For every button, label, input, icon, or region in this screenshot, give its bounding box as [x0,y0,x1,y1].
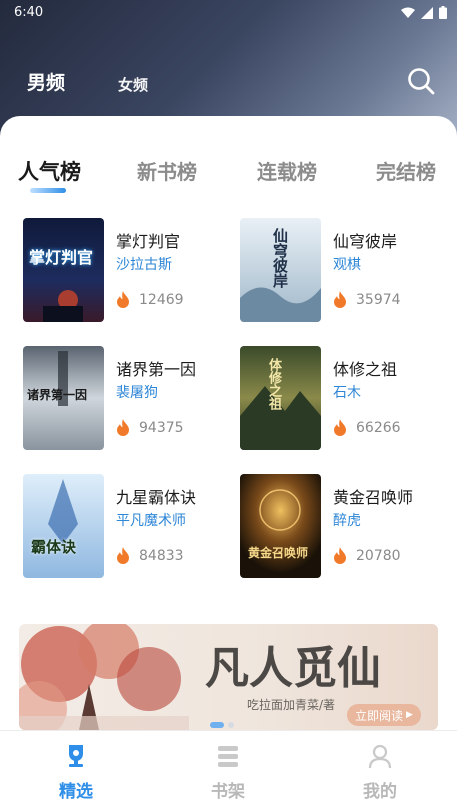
cover-text: 掌灯判官 [29,248,94,267]
book-card[interactable]: 仙穹彼岸 仙穹彼岸 观棋 35974 [240,218,450,322]
heat-count: 12469 [139,292,184,308]
status-bar: 6:40 [0,0,457,28]
book-author[interactable]: 醉虎 [333,510,361,530]
book-card[interactable]: 掌灯判官 掌灯判官 沙拉古斯 12469 [23,218,233,322]
signal-icon [421,6,433,19]
book-title: 黄金召唤师 [333,488,414,507]
heat-count: 84833 [139,548,184,564]
book-author[interactable]: 裴屠狗 [116,382,158,402]
book-card[interactable]: 体修之祖 体修之祖 石木 66266 [240,346,450,450]
tab-indicator [30,188,66,193]
tab-serial[interactable]: 连载榜 [257,156,317,185]
tab-completed[interactable]: 完结榜 [376,156,436,185]
carousel-dot-active [210,722,224,728]
book-card[interactable]: 霸体诀 九星霸体诀 平凡魔术师 84833 [23,474,233,578]
heat-count: 35974 [356,292,401,308]
nav-featured[interactable]: 精选 [36,731,116,812]
wifi-icon [401,7,415,18]
tab-popular[interactable]: 人气榜 [18,156,81,186]
tab-female[interactable]: 女频 [118,74,148,95]
banner-subtitle: 吃拉面加青菜/著 [247,698,336,712]
fire-icon [117,419,129,436]
nav-featured-label: 精选 [59,782,93,802]
bookshelf-icon [218,746,238,767]
book-cover: 霸体诀 [23,474,104,578]
heat-count: 20780 [356,548,401,564]
read-now-button[interactable]: 立即阅读 ▶ [347,704,421,726]
book-title: 体修之祖 [333,360,398,379]
cover-text: 黄金召唤师 [248,546,309,560]
nav-profile-label: 我的 [363,782,397,802]
cover-text: 仙穹彼岸 [271,228,289,288]
book-author[interactable]: 观棋 [333,254,361,274]
tab-male[interactable]: 男频 [27,68,65,95]
carousel-dots [210,722,234,728]
trophy-icon [69,745,83,767]
book-title: 九星霸体诀 [116,488,197,507]
status-time: 6:40 [14,5,44,20]
cover-text: 诸界第一因 [27,388,88,402]
nav-bookshelf-label: 书架 [211,782,245,802]
play-arrow-icon: ▶ [406,710,413,720]
read-now-label: 立即阅读 [355,708,404,723]
book-cover: 黄金召唤师 [240,474,321,578]
fire-icon [334,547,346,564]
book-cover: 仙穹彼岸 [240,218,321,322]
book-title: 诸界第一因 [116,360,197,379]
fire-icon [334,419,346,436]
carousel-dot [228,722,234,728]
heat-count: 66266 [356,420,401,436]
book-cover: 掌灯判官 [23,218,104,322]
book-title: 掌灯判官 [116,232,181,251]
status-icons [401,6,447,19]
book-title: 仙穹彼岸 [333,232,398,251]
search-icon[interactable] [406,66,436,96]
book-author[interactable]: 石木 [333,382,361,402]
promo-banner[interactable]: 凡人觅仙 吃拉面加青菜/著 立即阅读 ▶ [19,624,438,730]
bottom-nav: 精选 书架 我的 [0,730,457,812]
fire-icon [334,291,346,308]
heat-count: 94375 [139,420,184,436]
user-icon [368,744,392,769]
banner-title: 凡人觅仙 [205,643,381,694]
battery-icon [439,6,447,19]
book-card[interactable]: 黄金召唤师 黄金召唤师 醉虎 20780 [240,474,450,578]
cover-text: 霸体诀 [31,538,77,556]
book-author[interactable]: 沙拉古斯 [116,254,172,274]
book-card[interactable]: 诸界第一因 诸界第一因 裴屠狗 94375 [23,346,233,450]
book-cover: 体修之祖 [240,346,321,450]
tab-new[interactable]: 新书榜 [137,156,197,185]
nav-bookshelf[interactable]: 书架 [188,731,268,812]
nav-profile[interactable]: 我的 [340,731,420,812]
book-author[interactable]: 平凡魔术师 [116,510,186,530]
cover-text: 体修之祖 [266,358,281,410]
fire-icon [117,291,129,308]
fire-icon [117,547,129,564]
book-cover: 诸界第一因 [23,346,104,450]
